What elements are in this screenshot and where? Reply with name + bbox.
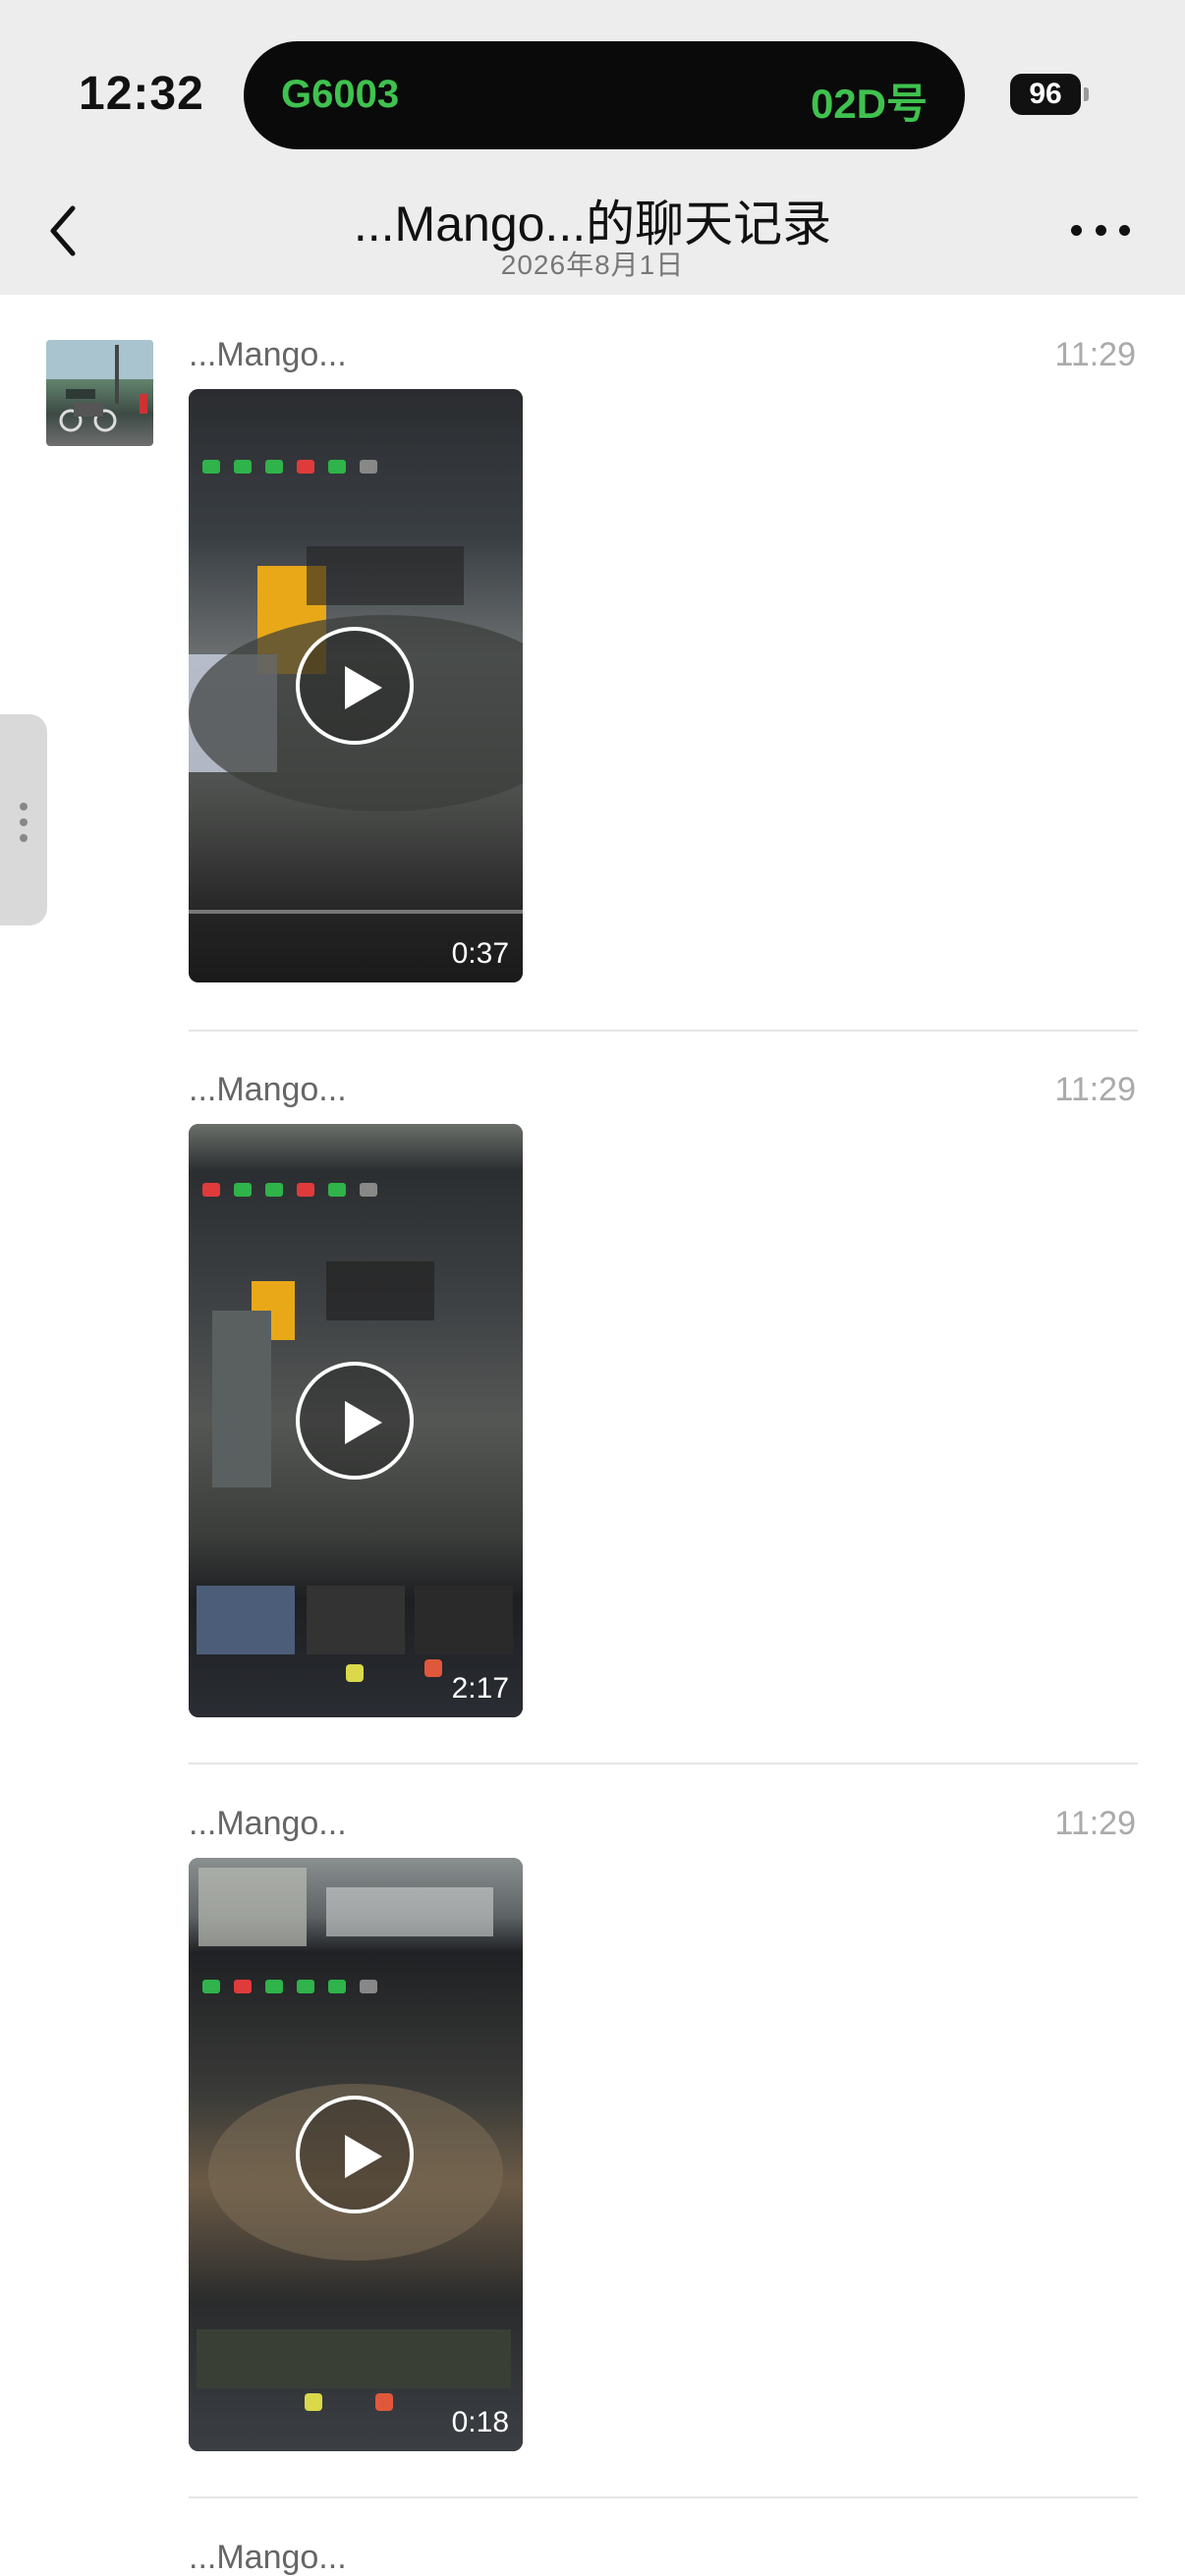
battery-indicator: 96: [1010, 74, 1081, 115]
video-thumbnail[interactable]: 0:37: [189, 389, 523, 982]
video-thumbnail[interactable]: 0:18: [189, 1858, 523, 2451]
message-time: 11:29: [1054, 1805, 1136, 1842]
video-duration: 0:37: [451, 937, 509, 970]
message-time: 11:29: [1054, 1071, 1136, 1108]
play-icon[interactable]: [296, 627, 414, 745]
sender-name: ...Mango...: [189, 2539, 347, 2576]
message-time: 11:29: [1054, 336, 1136, 373]
sender-name: ...Mango...: [189, 1071, 347, 1108]
page-subtitle-date: 2026年8月1日: [500, 250, 685, 280]
video-duration: 0:18: [451, 2406, 509, 2438]
more-dots-icon[interactable]: [1071, 218, 1130, 242]
status-time: 12:32: [79, 68, 204, 120]
play-icon[interactable]: [296, 2096, 414, 2213]
side-floating-handle[interactable]: [0, 714, 47, 925]
play-icon[interactable]: [296, 1362, 414, 1480]
sender-name: ...Mango...: [189, 336, 347, 373]
dynamic-island[interactable]: G6003 02D号: [244, 41, 965, 149]
video-duration: 2:17: [451, 1672, 509, 1705]
island-train-number: G6003: [281, 73, 400, 116]
sender-name: ...Mango...: [189, 1805, 347, 1842]
avatar[interactable]: [46, 340, 153, 446]
message-divider: [189, 1763, 1138, 1764]
video-thumbnail[interactable]: 2:17: [189, 1124, 523, 1717]
island-seat: 02D号: [810, 81, 928, 127]
top-bar: 12:32 G6003 02D号 96 ...Mango...的聊天记录 202…: [0, 0, 1185, 295]
message-divider: [189, 1030, 1138, 1032]
battery-tip: [1084, 87, 1089, 101]
message-divider: [189, 2496, 1138, 2498]
